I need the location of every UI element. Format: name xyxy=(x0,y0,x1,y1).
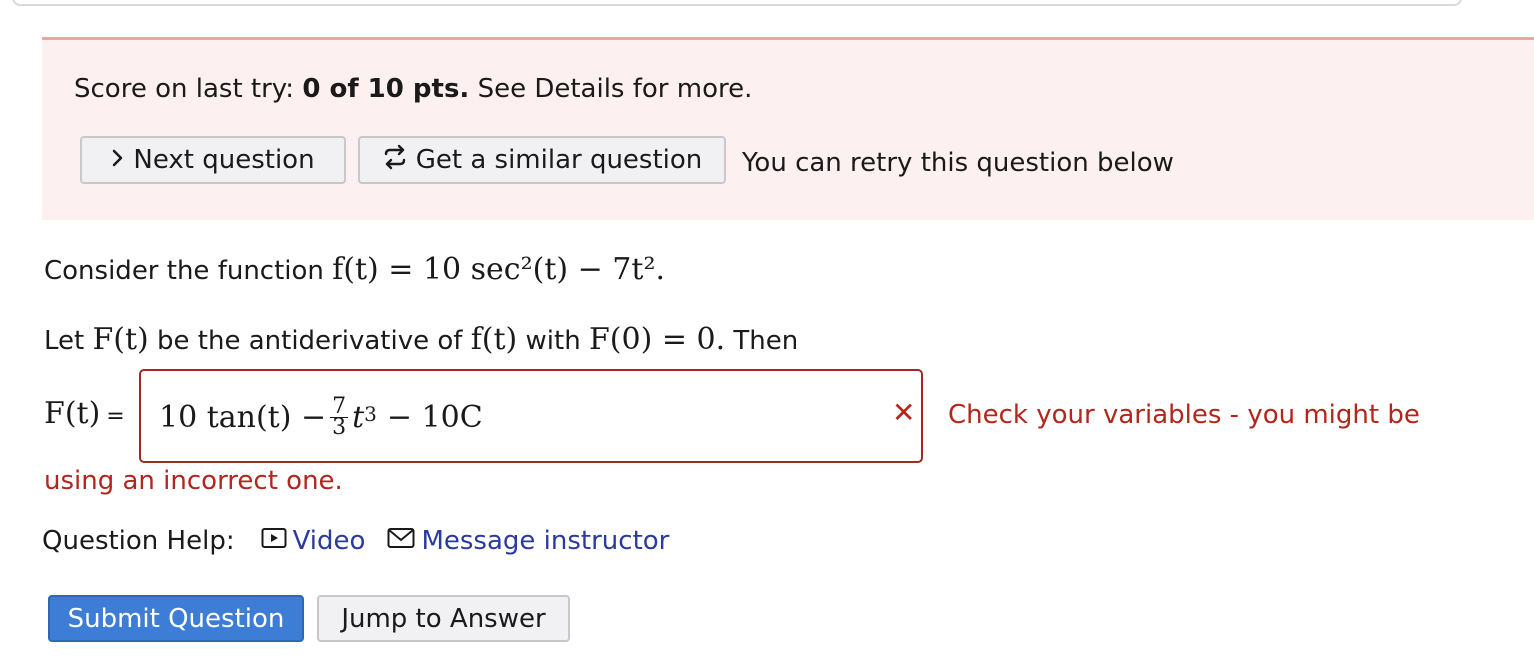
refresh-arrows-icon xyxy=(382,144,408,177)
answer-fraction: 7 3 xyxy=(330,396,349,440)
score-value: 0 of 10 pts. xyxy=(302,74,470,104)
function-expression: f(t) = 10 sec²(t) − 7t². xyxy=(332,252,666,287)
question-help-label: Question Help: xyxy=(42,526,235,556)
answer-part-3: − 10C xyxy=(386,400,483,435)
question-text-let: Let xyxy=(44,326,93,356)
answer-part-1: 10 tan(t) − xyxy=(159,400,327,435)
answer-equals: = xyxy=(106,404,125,429)
score-prefix: Score on last try: xyxy=(74,74,303,104)
message-instructor-label: Message instructor xyxy=(421,526,670,556)
answer-label: F(t) = xyxy=(44,396,125,431)
chevron-right-icon xyxy=(111,145,125,175)
error-message-line-1: Check your variables - you might be xyxy=(948,400,1420,430)
question-help: Question Help: Video Message instructor xyxy=(42,526,669,556)
fraction-denominator: 3 xyxy=(332,415,347,440)
video-link-label: Video xyxy=(292,526,366,556)
similar-question-button[interactable]: Get a similar question xyxy=(358,136,726,184)
question-text-with: with xyxy=(517,326,589,356)
retry-text: You can retry this question below xyxy=(742,148,1174,178)
answer-input[interactable]: 10 tan(t) − 7 3 t3 − 10C xyxy=(139,369,923,463)
question-text-then: Then xyxy=(725,326,799,356)
question-text-antiderivative: be the antiderivative of xyxy=(148,326,471,356)
play-video-icon xyxy=(261,526,287,556)
jump-to-answer-button[interactable]: Jump to Answer xyxy=(317,595,570,642)
error-x-icon: ✕ xyxy=(892,396,916,429)
top-frame xyxy=(12,0,1462,6)
next-question-button[interactable]: Next question xyxy=(80,136,346,184)
message-instructor-link[interactable]: Message instructor xyxy=(387,526,669,556)
math-condition: F(0) = 0. xyxy=(588,322,726,357)
answer-expression: 10 tan(t) − 7 3 t3 − 10C xyxy=(159,396,483,440)
video-link[interactable]: Video xyxy=(261,526,366,556)
submit-question-button[interactable]: Submit Question xyxy=(48,595,304,642)
similar-question-label: Get a similar question xyxy=(415,145,703,175)
math-f: f(t) xyxy=(470,322,518,357)
answer-exponent: 3 xyxy=(364,401,377,426)
answer-label-math: F(t) xyxy=(44,396,101,431)
score-suffix: See Details for more. xyxy=(469,74,753,104)
next-question-label: Next question xyxy=(133,145,315,175)
score-line: Score on last try: 0 of 10 pts. See Deta… xyxy=(74,74,752,104)
question-line-2: Let F(t) be the antiderivative of f(t) w… xyxy=(44,322,798,357)
answer-variable: t xyxy=(352,400,365,435)
question-line-1: Consider the function f(t) = 10 sec²(t) … xyxy=(44,252,665,287)
error-message-line-2: using an incorrect one. xyxy=(44,466,343,496)
math-F: F(t) xyxy=(92,322,149,357)
question-intro: Consider the function xyxy=(44,256,333,286)
envelope-icon xyxy=(387,526,415,556)
score-panel: Score on last try: 0 of 10 pts. See Deta… xyxy=(42,37,1534,220)
